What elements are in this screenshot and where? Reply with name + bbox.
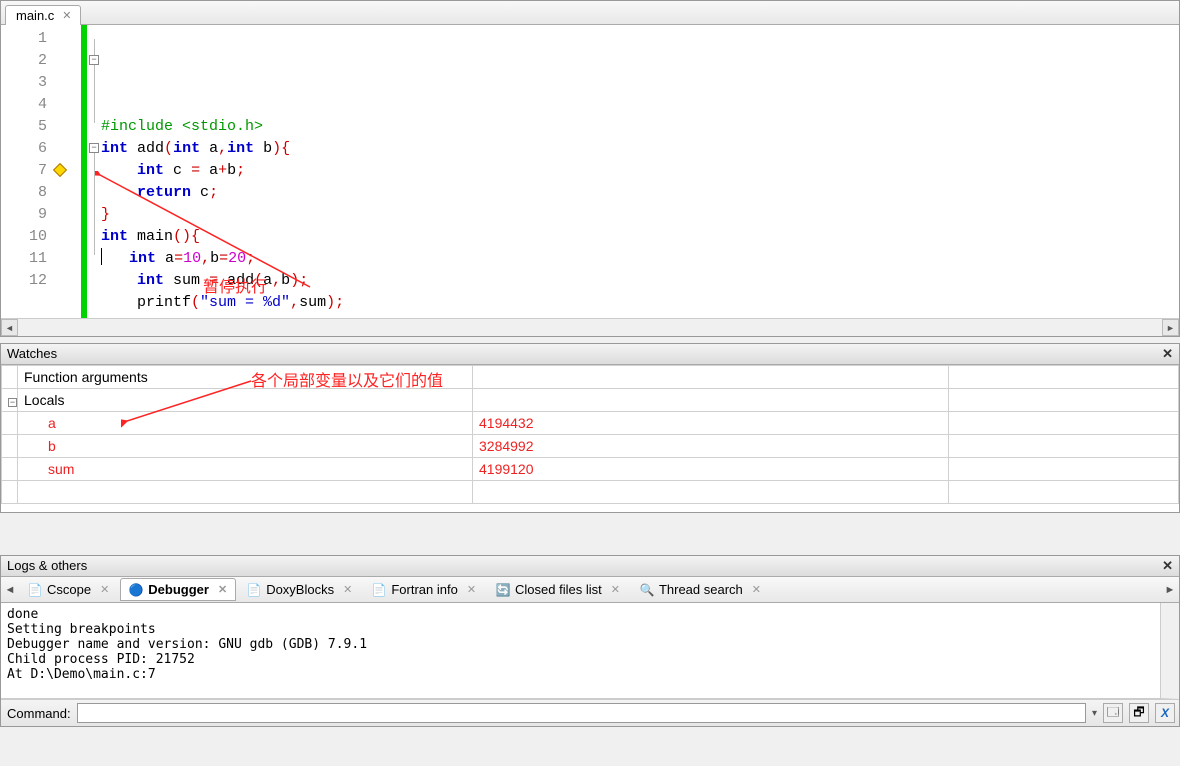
code-line[interactable]: int add(int a,int b){: [101, 138, 1179, 160]
log-tab-doxyblocks[interactable]: 📄 DoxyBlocks ✕: [238, 578, 361, 601]
tabs-scroll-left-icon[interactable]: ◄: [3, 584, 17, 596]
editor-h-scrollbar[interactable]: ◄ ►: [1, 318, 1179, 336]
code-line[interactable]: int main(){: [101, 226, 1179, 248]
log-tab-closed-files-list[interactable]: 🔄 Closed files list ✕: [487, 578, 629, 601]
close-log-tab-icon[interactable]: ✕: [343, 583, 352, 596]
logs-header[interactable]: Logs & others ✕: [1, 556, 1179, 577]
watch-row[interactable]: sum4199120: [2, 458, 1179, 481]
file-tab-main-c[interactable]: main.c ✕: [5, 5, 81, 25]
watches-title: Watches: [7, 346, 57, 362]
tab-label: DoxyBlocks: [266, 582, 334, 597]
cmd-button-1[interactable]: 🗔: [1103, 703, 1123, 723]
tab-icon: 📄: [372, 583, 386, 597]
logs-close-icon[interactable]: ✕: [1162, 558, 1173, 574]
tab-icon: 🔍: [640, 583, 654, 597]
tab-icon: 📄: [247, 583, 261, 597]
close-log-tab-icon[interactable]: ✕: [611, 583, 620, 596]
log-tab-thread-search[interactable]: 🔍 Thread search ✕: [631, 578, 770, 601]
cmd-button-clear[interactable]: X: [1155, 703, 1175, 723]
close-log-tab-icon[interactable]: ✕: [752, 583, 761, 596]
tabs-scroll-right-icon[interactable]: ►: [1163, 584, 1177, 596]
watches-body[interactable]: Function arguments−Localsa4194432b328499…: [1, 365, 1179, 512]
watch-row[interactable]: a4194432: [2, 412, 1179, 435]
logs-panel: Logs & others ✕ ◄ 📄 Cscope ✕ 🔵 Debugger ✕ 📄 Dox…: [0, 555, 1180, 727]
watches-header[interactable]: Watches ✕: [1, 344, 1179, 365]
command-row: Command: ▾ 🗔 🗗 X: [1, 699, 1179, 726]
logs-title: Logs & others: [7, 558, 87, 574]
tab-label: Closed files list: [515, 582, 602, 597]
code-line[interactable]: return c;: [101, 182, 1179, 204]
watch-row[interactable]: Function arguments: [2, 366, 1179, 389]
tab-icon: 🔄: [496, 583, 510, 597]
fold-toggle-icon[interactable]: −: [89, 55, 99, 65]
cmd-button-2[interactable]: 🗗: [1129, 703, 1149, 723]
close-log-tab-icon[interactable]: ✕: [218, 583, 227, 596]
watch-row[interactable]: −Locals: [2, 389, 1179, 412]
scroll-right-button[interactable]: ►: [1162, 319, 1179, 336]
tab-icon: 🔵: [129, 583, 143, 597]
breakpoint-marker[interactable]: [53, 163, 67, 177]
code-line[interactable]: return 0;: [101, 314, 1179, 318]
file-tab-label: main.c: [16, 8, 54, 23]
command-label: Command:: [7, 706, 71, 721]
log-tab-fortran-info[interactable]: 📄 Fortran info ✕: [363, 578, 485, 601]
logs-tab-bar: ◄ 📄 Cscope ✕ 🔵 Debugger ✕ 📄 DoxyBlocks ✕ 📄 Fortran…: [1, 577, 1179, 603]
watches-table[interactable]: Function arguments−Localsa4194432b328499…: [1, 365, 1179, 504]
close-log-tab-icon[interactable]: ✕: [467, 583, 476, 596]
code-line[interactable]: int a=10,b=20;: [101, 248, 1179, 270]
close-tab-icon[interactable]: ✕: [62, 9, 71, 22]
code-line[interactable]: }: [101, 204, 1179, 226]
tab-label: Debugger: [148, 582, 209, 597]
command-input[interactable]: [77, 703, 1086, 723]
code-text-area[interactable]: 暂停执行 #include <stdio.h>int add(int a,int…: [101, 25, 1179, 318]
code-body[interactable]: 123456789101112 −− 暂停执行 #include <stdio.…: [1, 25, 1179, 318]
tab-label: Cscope: [47, 582, 91, 597]
debugger-output-text: done Setting breakpoints Debugger name a…: [7, 607, 1155, 682]
log-tab-debugger[interactable]: 🔵 Debugger ✕: [120, 578, 236, 601]
debugger-output[interactable]: done Setting breakpoints Debugger name a…: [1, 603, 1179, 699]
code-editor-pane: main.c ✕ 123456789101112 −− 暂停执行 #includ…: [0, 0, 1180, 337]
watches-close-icon[interactable]: ✕: [1162, 346, 1173, 362]
tab-label: Thread search: [659, 582, 743, 597]
line-gutter[interactable]: 123456789101112: [1, 25, 81, 318]
code-line[interactable]: int c = a+b;: [101, 160, 1179, 182]
log-tab-cscope[interactable]: 📄 Cscope ✕: [19, 578, 118, 601]
watches-panel: Watches ✕ Function arguments−Localsa4194…: [0, 343, 1180, 513]
fold-toggle-icon[interactable]: −: [89, 143, 99, 153]
scroll-left-button[interactable]: ◄: [1, 319, 18, 336]
tab-icon: 📄: [28, 583, 42, 597]
close-log-tab-icon[interactable]: ✕: [100, 583, 109, 596]
watch-row[interactable]: b3284992: [2, 435, 1179, 458]
scroll-track[interactable]: [18, 319, 1162, 336]
code-line[interactable]: #include <stdio.h>: [101, 116, 1179, 138]
code-line[interactable]: int sum = add(a,b);: [101, 270, 1179, 292]
tab-label: Fortran info: [391, 582, 457, 597]
code-line[interactable]: printf("sum = %d",sum);: [101, 292, 1179, 314]
fold-column[interactable]: −−: [87, 25, 101, 318]
editor-tab-bar: main.c ✕: [1, 1, 1179, 25]
